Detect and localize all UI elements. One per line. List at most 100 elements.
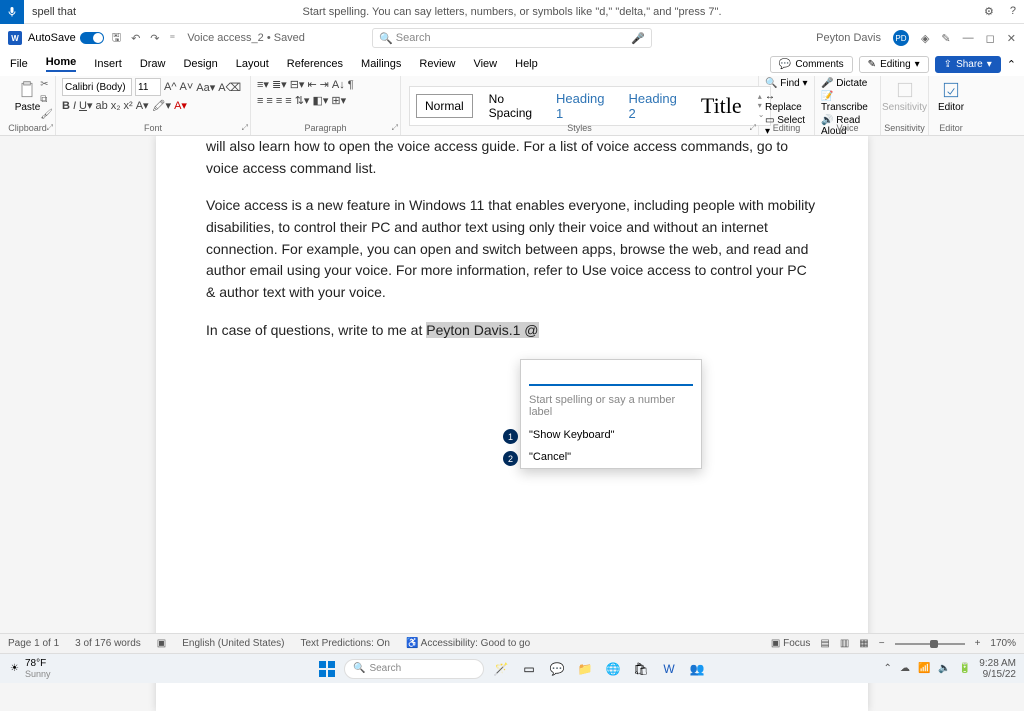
page-counter[interactable]: Page 1 of 1: [8, 638, 59, 649]
store-icon[interactable]: 🛍: [630, 658, 652, 680]
strike-button[interactable]: ab: [96, 100, 108, 112]
page[interactable]: will also learn how to open the voice ac…: [156, 136, 868, 711]
subscript-button[interactable]: x₂: [111, 100, 121, 112]
launcher-icon[interactable]: ⤢: [392, 123, 398, 133]
chevron-up-icon[interactable]: ⌃: [1007, 58, 1016, 71]
multilevel-icon[interactable]: ⊟▾: [290, 78, 305, 91]
style-heading2[interactable]: Heading 2: [620, 87, 684, 125]
dictate-button[interactable]: 🎤 Dictate: [821, 78, 867, 89]
popup-option-cancel[interactable]: 2 "Cancel": [521, 446, 701, 468]
comments-button[interactable]: 💬 Comments: [770, 56, 853, 73]
shrink-font-icon[interactable]: A˅: [180, 81, 194, 93]
tab-references[interactable]: References: [287, 58, 343, 70]
edge-icon[interactable]: 🌐: [602, 658, 624, 680]
font-name-select[interactable]: [62, 78, 132, 96]
launcher-icon[interactable]: ⤢: [750, 123, 756, 133]
style-heading1[interactable]: Heading 1: [548, 87, 612, 125]
weather-widget[interactable]: ☀ 78°FSunny: [10, 658, 51, 679]
language-status[interactable]: English (United States): [182, 638, 284, 649]
redo-icon[interactable]: ↷: [150, 32, 159, 45]
tab-draw[interactable]: Draw: [140, 58, 166, 70]
qat-dropdown-icon[interactable]: ⁼: [170, 32, 176, 45]
find-button[interactable]: 🔍 Find ▾: [765, 78, 808, 89]
autosave-toggle[interactable]: AutoSave: [28, 32, 104, 44]
sort-icon[interactable]: A↓: [332, 79, 345, 91]
accessibility-status[interactable]: ♿ Accessibility: Good to go: [406, 638, 530, 649]
copilot-icon[interactable]: 🪄: [490, 658, 512, 680]
tab-help[interactable]: Help: [515, 58, 538, 70]
paste-button[interactable]: Paste: [11, 78, 45, 115]
microphone-icon[interactable]: [0, 0, 24, 24]
word-count[interactable]: 3 of 176 words: [75, 638, 141, 649]
launcher-icon[interactable]: ⤢: [47, 123, 53, 133]
wifi-icon[interactable]: 📶: [918, 663, 930, 674]
superscript-button[interactable]: x²: [124, 100, 133, 112]
launcher-icon[interactable]: ⤢: [242, 123, 248, 133]
replace-button[interactable]: ↔ Replace: [765, 91, 808, 113]
web-layout-icon[interactable]: ▦: [859, 638, 868, 649]
tab-view[interactable]: View: [473, 58, 497, 70]
avatar[interactable]: PD: [893, 30, 909, 46]
grow-font-icon[interactable]: A^: [164, 81, 177, 93]
format-painter-icon[interactable]: 🖌: [40, 109, 53, 120]
taskbar-search[interactable]: 🔍 Search: [344, 659, 484, 679]
underline-button[interactable]: U▾: [79, 99, 92, 112]
tab-design[interactable]: Design: [183, 58, 217, 70]
zoom-slider[interactable]: [895, 643, 965, 645]
increase-indent-icon[interactable]: ⇥: [320, 78, 329, 91]
bullets-icon[interactable]: ≡▾: [257, 78, 269, 91]
clock[interactable]: 9:28 AM9/15/22: [979, 658, 1016, 680]
zoom-out-icon[interactable]: −: [879, 638, 885, 649]
bold-button[interactable]: B: [62, 100, 70, 112]
decrease-indent-icon[interactable]: ⇤: [307, 78, 316, 91]
zoom-in-icon[interactable]: +: [975, 638, 981, 649]
pen-icon[interactable]: ✎: [941, 32, 950, 45]
focus-button[interactable]: ▣ Focus: [771, 638, 810, 649]
toggle-on-icon[interactable]: [80, 32, 104, 44]
start-icon[interactable]: [316, 658, 338, 680]
gear-icon[interactable]: ⚙: [984, 5, 994, 18]
mic-icon[interactable]: 🎤: [631, 32, 645, 45]
diamond-icon[interactable]: ◈: [921, 32, 929, 45]
numbering-icon[interactable]: ≣▾: [272, 78, 287, 91]
font-size-select[interactable]: [135, 78, 161, 96]
font-color-icon[interactable]: A▾: [174, 99, 187, 112]
chat-icon[interactable]: 💬: [546, 658, 568, 680]
tab-file[interactable]: File: [10, 58, 28, 70]
onedrive-icon[interactable]: ☁: [900, 663, 910, 674]
style-normal[interactable]: Normal: [416, 94, 473, 118]
help-icon[interactable]: ?: [1010, 5, 1016, 18]
sensitivity-button[interactable]: Sensitivity: [887, 78, 922, 115]
highlight-icon[interactable]: 🖍▾: [152, 99, 172, 112]
tab-review[interactable]: Review: [419, 58, 455, 70]
taskview-icon[interactable]: ▭: [518, 658, 540, 680]
tab-mailings[interactable]: Mailings: [361, 58, 401, 70]
align-center-icon[interactable]: ≡: [266, 95, 272, 107]
maximize-icon[interactable]: ◻: [986, 32, 995, 45]
tab-home[interactable]: Home: [46, 56, 77, 72]
shading-icon[interactable]: ◧▾: [312, 94, 328, 107]
zoom-level[interactable]: 170%: [990, 638, 1016, 649]
editing-button[interactable]: ✎ Editing ▾: [859, 56, 929, 73]
justify-icon[interactable]: ≡: [285, 95, 291, 107]
user-name[interactable]: Peyton Davis: [816, 32, 881, 44]
spell-input[interactable]: [529, 368, 693, 386]
italic-button[interactable]: I: [73, 100, 76, 112]
align-right-icon[interactable]: ≡: [276, 95, 282, 107]
document-name[interactable]: Voice access_2 • Saved: [187, 32, 305, 44]
volume-icon[interactable]: 🔈: [938, 663, 950, 674]
search-input[interactable]: 🔍 Search 🎤: [372, 28, 652, 48]
copy-icon[interactable]: ⧉: [40, 94, 53, 105]
tab-insert[interactable]: Insert: [94, 58, 122, 70]
word-taskbar-icon[interactable]: W: [658, 658, 680, 680]
save-icon[interactable]: 🖫: [112, 29, 121, 48]
people-icon[interactable]: 👥: [686, 658, 708, 680]
spellcheck-icon[interactable]: ▣: [157, 638, 166, 649]
share-button[interactable]: ⇪ Share ▾: [935, 56, 1001, 73]
chevron-up-icon[interactable]: ⌃: [884, 663, 892, 674]
align-left-icon[interactable]: ≡: [257, 95, 263, 107]
popup-option-keyboard[interactable]: 1 "Show Keyboard": [521, 424, 701, 446]
style-title[interactable]: Title: [693, 89, 750, 123]
editor-button[interactable]: Editor: [935, 78, 967, 115]
minimize-icon[interactable]: —: [963, 32, 974, 44]
